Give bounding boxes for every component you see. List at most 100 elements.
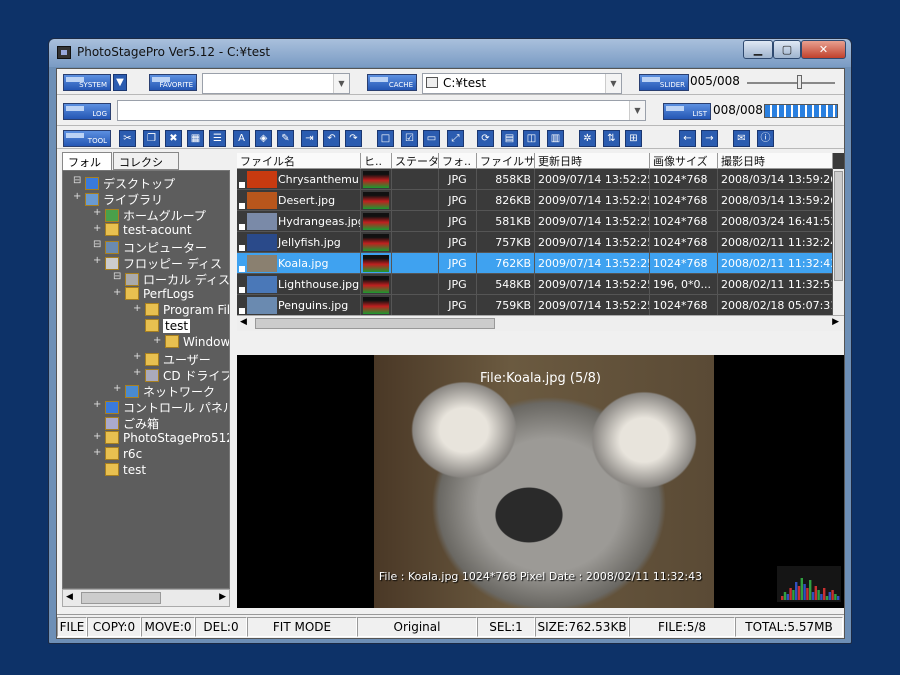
refresh-icon[interactable]: ⟳: [477, 130, 494, 147]
checkbox-icon[interactable]: [239, 287, 245, 293]
expand-icon[interactable]: ⊟: [93, 239, 101, 250]
window-icon[interactable]: ▭: [423, 130, 440, 147]
column-header[interactable]: ステータ..: [392, 153, 439, 169]
log-button[interactable]: LOG: [63, 103, 111, 120]
file-row[interactable]: Jellyfish.jpg JPG 757KB 2009/07/14 13:52:25…: [237, 232, 833, 253]
scroll-right-icon[interactable]: ▶: [832, 317, 839, 327]
column-header[interactable]: 撮影日時: [718, 153, 833, 169]
file-row[interactable]: Desert.jpg JPG 826KB 2009/07/14 13:52:25 102…: [237, 190, 833, 211]
edit-icon[interactable]: ✎: [277, 130, 294, 147]
system-dropdown-icon[interactable]: ▼: [113, 74, 127, 91]
favorite-combo[interactable]: ▼: [202, 73, 350, 94]
list-button[interactable]: LIST: [663, 103, 711, 120]
text-icon[interactable]: A: [233, 130, 250, 147]
slider-button[interactable]: SLIDER: [639, 74, 689, 91]
tab-folder[interactable]: フォルダ: [62, 152, 112, 185]
forward-arrow-icon[interactable]: →: [701, 130, 718, 147]
column-header[interactable]: ファイルサ..: [477, 153, 535, 169]
tree-node[interactable]: test: [145, 319, 191, 335]
tree-node[interactable]: + ネットワーク: [113, 383, 215, 399]
expand-icon[interactable]: +: [93, 255, 101, 266]
expand-icon[interactable]: +: [113, 383, 121, 394]
tree-node[interactable]: + r6c: [93, 447, 142, 463]
tree-node[interactable]: + コントロール パネル: [93, 399, 229, 415]
tree-node[interactable]: ごみ箱: [105, 415, 159, 431]
info-icon[interactable]: ⓘ: [757, 130, 774, 147]
file-row[interactable]: Koala.jpg JPG 762KB 2009/07/14 13:52:25 1024…: [237, 253, 833, 274]
expand-icon[interactable]: +: [153, 335, 161, 346]
cache-button[interactable]: CACHE: [367, 74, 417, 91]
tree-node[interactable]: + test-acount: [93, 223, 192, 239]
expand-icon[interactable]: +: [133, 303, 141, 314]
tree-node[interactable]: ⊟ ローカル ディスク: [113, 271, 229, 287]
scroll-thumb[interactable]: [81, 592, 161, 604]
log-combo[interactable]: ▼: [117, 100, 646, 121]
minimize-button[interactable]: ▁: [743, 40, 773, 59]
scroll-thumb[interactable]: [834, 171, 843, 281]
sort-icon[interactable]: ⇅: [603, 130, 620, 147]
system-button[interactable]: SYSTEM: [63, 74, 111, 91]
settings-icon[interactable]: ✲: [579, 130, 596, 147]
checkbox-icon[interactable]: [239, 203, 245, 209]
cut-icon[interactable]: ✂: [119, 130, 136, 147]
chevron-down-icon[interactable]: ▼: [333, 74, 349, 93]
checkbox-icon[interactable]: [239, 266, 245, 272]
expand-icon[interactable]: +: [93, 399, 101, 410]
copy-icon[interactable]: ❐: [143, 130, 160, 147]
chevron-down-icon[interactable]: ▼: [629, 101, 645, 120]
close-button[interactable]: ✕: [801, 40, 846, 59]
expand-icon[interactable]: ⊟: [113, 271, 121, 282]
tree-node[interactable]: + ユーザー: [133, 351, 211, 367]
slider-track[interactable]: [747, 82, 835, 84]
compare-icon[interactable]: ◫: [523, 130, 540, 147]
column-header[interactable]: ファイル名: [237, 153, 361, 169]
tool-button[interactable]: TOOL: [63, 130, 111, 147]
frame-icon[interactable]: □: [377, 130, 394, 147]
move-icon[interactable]: ⇥: [301, 130, 318, 147]
expand-icon[interactable]: +: [93, 207, 101, 218]
scroll-right-icon[interactable]: ▶: [219, 592, 226, 602]
tree-node[interactable]: + PhotoStagePro512: [93, 431, 229, 447]
delete-icon[interactable]: ✖: [165, 130, 182, 147]
file-row[interactable]: Penguins.jpg JPG 759KB 2009/07/14 13:52:25 1…: [237, 295, 833, 316]
expand-icon[interactable]: +: [93, 431, 101, 442]
expand-icon[interactable]: +: [73, 191, 81, 202]
checkbox-icon[interactable]: [239, 224, 245, 230]
list-view-icon[interactable]: ☰: [209, 130, 226, 147]
path-combo[interactable]: C:¥test ▼: [422, 73, 622, 94]
checkbox-icon[interactable]: [239, 245, 245, 251]
checkbox-icon[interactable]: [239, 182, 245, 188]
expand-icon[interactable]: +: [133, 351, 141, 362]
column-header[interactable]: フォ..: [439, 153, 477, 169]
undo-icon[interactable]: ↶: [323, 130, 340, 147]
tree-node[interactable]: test: [105, 463, 146, 479]
map-icon[interactable]: ◈: [255, 130, 272, 147]
chevron-down-icon[interactable]: ▼: [605, 74, 621, 93]
column-header[interactable]: 更新日時: [535, 153, 650, 169]
expand-icon[interactable]: +: [113, 287, 121, 298]
tree-node[interactable]: + ホームグループ: [93, 207, 206, 223]
layout-icon[interactable]: ⊞: [625, 130, 642, 147]
back-arrow-icon[interactable]: ←: [679, 130, 696, 147]
file-row[interactable]: Chrysanthemu... JPG 858KB 2009/07/14 13:52:…: [237, 169, 833, 190]
file-list-horizontal-scrollbar[interactable]: ◀ ▶: [237, 315, 844, 331]
calc-icon[interactable]: ▤: [501, 130, 518, 147]
checkbox-icon[interactable]: [239, 308, 245, 314]
column-header[interactable]: 画像サイズ: [650, 153, 718, 169]
tree-node[interactable]: + ライブラリ: [73, 191, 163, 207]
image-preview[interactable]: File:Koala.jpg (5/8) File : Koala.jpg 10…: [237, 355, 844, 608]
tree-node[interactable]: + フロッピー ディス: [93, 255, 222, 271]
file-row[interactable]: Hydrangeas.jpg JPG 581KB 2009/07/14 13:52:2…: [237, 211, 833, 232]
expand-icon[interactable]: +: [133, 367, 141, 378]
mail-icon[interactable]: ✉: [733, 130, 750, 147]
tree-node[interactable]: ⊟ デスクトップ: [73, 175, 175, 191]
tree-node[interactable]: + CD ドライブ (D:): [133, 367, 229, 383]
slider-thumb[interactable]: [796, 75, 802, 89]
expand-icon[interactable]: +: [93, 447, 101, 458]
expand-icon[interactable]: ⊟: [73, 175, 81, 186]
column-header[interactable]: ヒ..: [361, 153, 392, 169]
tree-node[interactable]: + PerfLogs: [113, 287, 194, 303]
table-icon[interactable]: ▥: [547, 130, 564, 147]
resize-icon[interactable]: ⤢: [447, 130, 464, 147]
tree-node[interactable]: + Windows: [153, 335, 229, 351]
